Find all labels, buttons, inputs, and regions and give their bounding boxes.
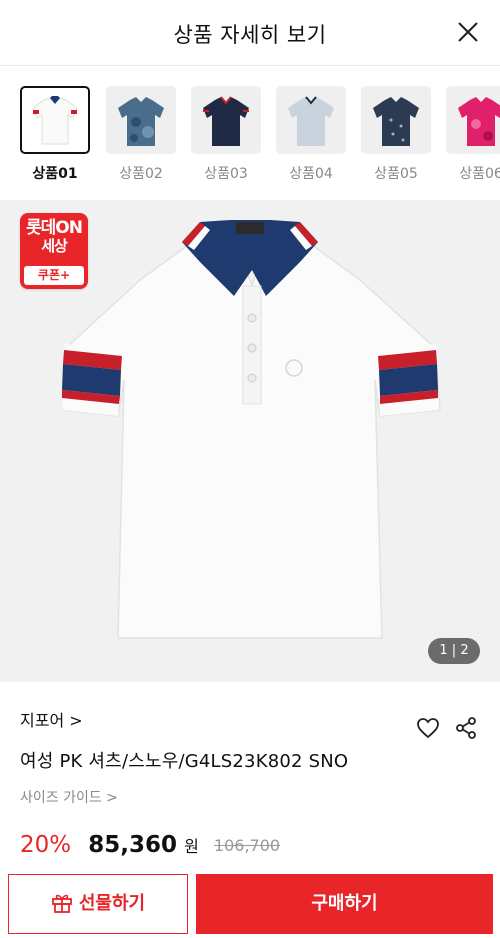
gift-button-label: 선물하기	[78, 893, 146, 914]
thumbnail-6[interactable]: 상품06	[446, 86, 500, 183]
product-name: 여성 PK 셔츠/스노우/G4LS23K802 SNO	[20, 751, 349, 772]
discount-rate: 20%	[20, 832, 72, 858]
buy-button[interactable]: 구매하기	[196, 874, 493, 934]
product-image[interactable]: 롯데ON 세상 쿠폰+ 1 | 2	[0, 200, 500, 682]
image-pager: 1 | 2	[428, 638, 480, 664]
thumbnail-label: 상품04	[289, 166, 333, 182]
badge-coupon-label: 쿠폰+	[24, 266, 84, 285]
thumbnail-label: 상품03	[204, 166, 248, 182]
sale-price: 85,360	[88, 832, 177, 858]
page-title: 상품 자세히 보기	[173, 23, 327, 47]
thumbnail-5[interactable]: 상품05	[361, 86, 431, 183]
thumbnail-image	[191, 86, 261, 154]
thumbnail-image	[106, 86, 176, 154]
gift-button[interactable]: 선물하기	[8, 874, 188, 934]
thumbnail-label: 상품06	[459, 166, 500, 182]
thumbnail-image	[446, 86, 500, 154]
thumbnail-label: 상품02	[119, 166, 163, 182]
thumbnail-3[interactable]: 상품03	[191, 86, 261, 183]
heart-icon[interactable]	[416, 716, 440, 740]
badge-line-2: 세상	[41, 237, 68, 255]
thumbnail-4[interactable]: 상품04	[276, 86, 346, 183]
close-icon[interactable]	[450, 14, 486, 50]
brand-link[interactable]: 지포어 >	[20, 707, 83, 731]
thumbnail-strip[interactable]: 상품01 상품02 상품03 상품04 상품05 상품06	[0, 66, 500, 200]
lotte-on-coupon-badge[interactable]: 롯데ON 세상 쿠폰+	[20, 213, 88, 289]
thumbnail-image	[276, 86, 346, 154]
thumbnail-2[interactable]: 상품02	[106, 86, 176, 183]
share-icon[interactable]	[454, 716, 478, 740]
thumbnail-label: 상품01	[32, 166, 78, 182]
badge-line-1: 롯데ON	[26, 218, 83, 238]
currency-unit: 원	[184, 837, 199, 856]
action-icons	[416, 716, 478, 740]
price-row: 20% 85,360 원 106,700	[20, 832, 280, 864]
thumbnail-image	[20, 86, 90, 154]
bottom-action-bar: 선물하기 구매하기	[0, 868, 500, 938]
gift-icon	[51, 894, 72, 913]
thumbnail-image	[361, 86, 431, 154]
size-guide-link[interactable]: 사이즈 가이드 >	[20, 787, 118, 807]
header: 상품 자세히 보기	[0, 0, 500, 66]
thumbnail-label: 상품05	[374, 166, 418, 182]
original-price: 106,700	[213, 835, 281, 855]
thumbnail-1[interactable]: 상품01	[20, 86, 90, 183]
